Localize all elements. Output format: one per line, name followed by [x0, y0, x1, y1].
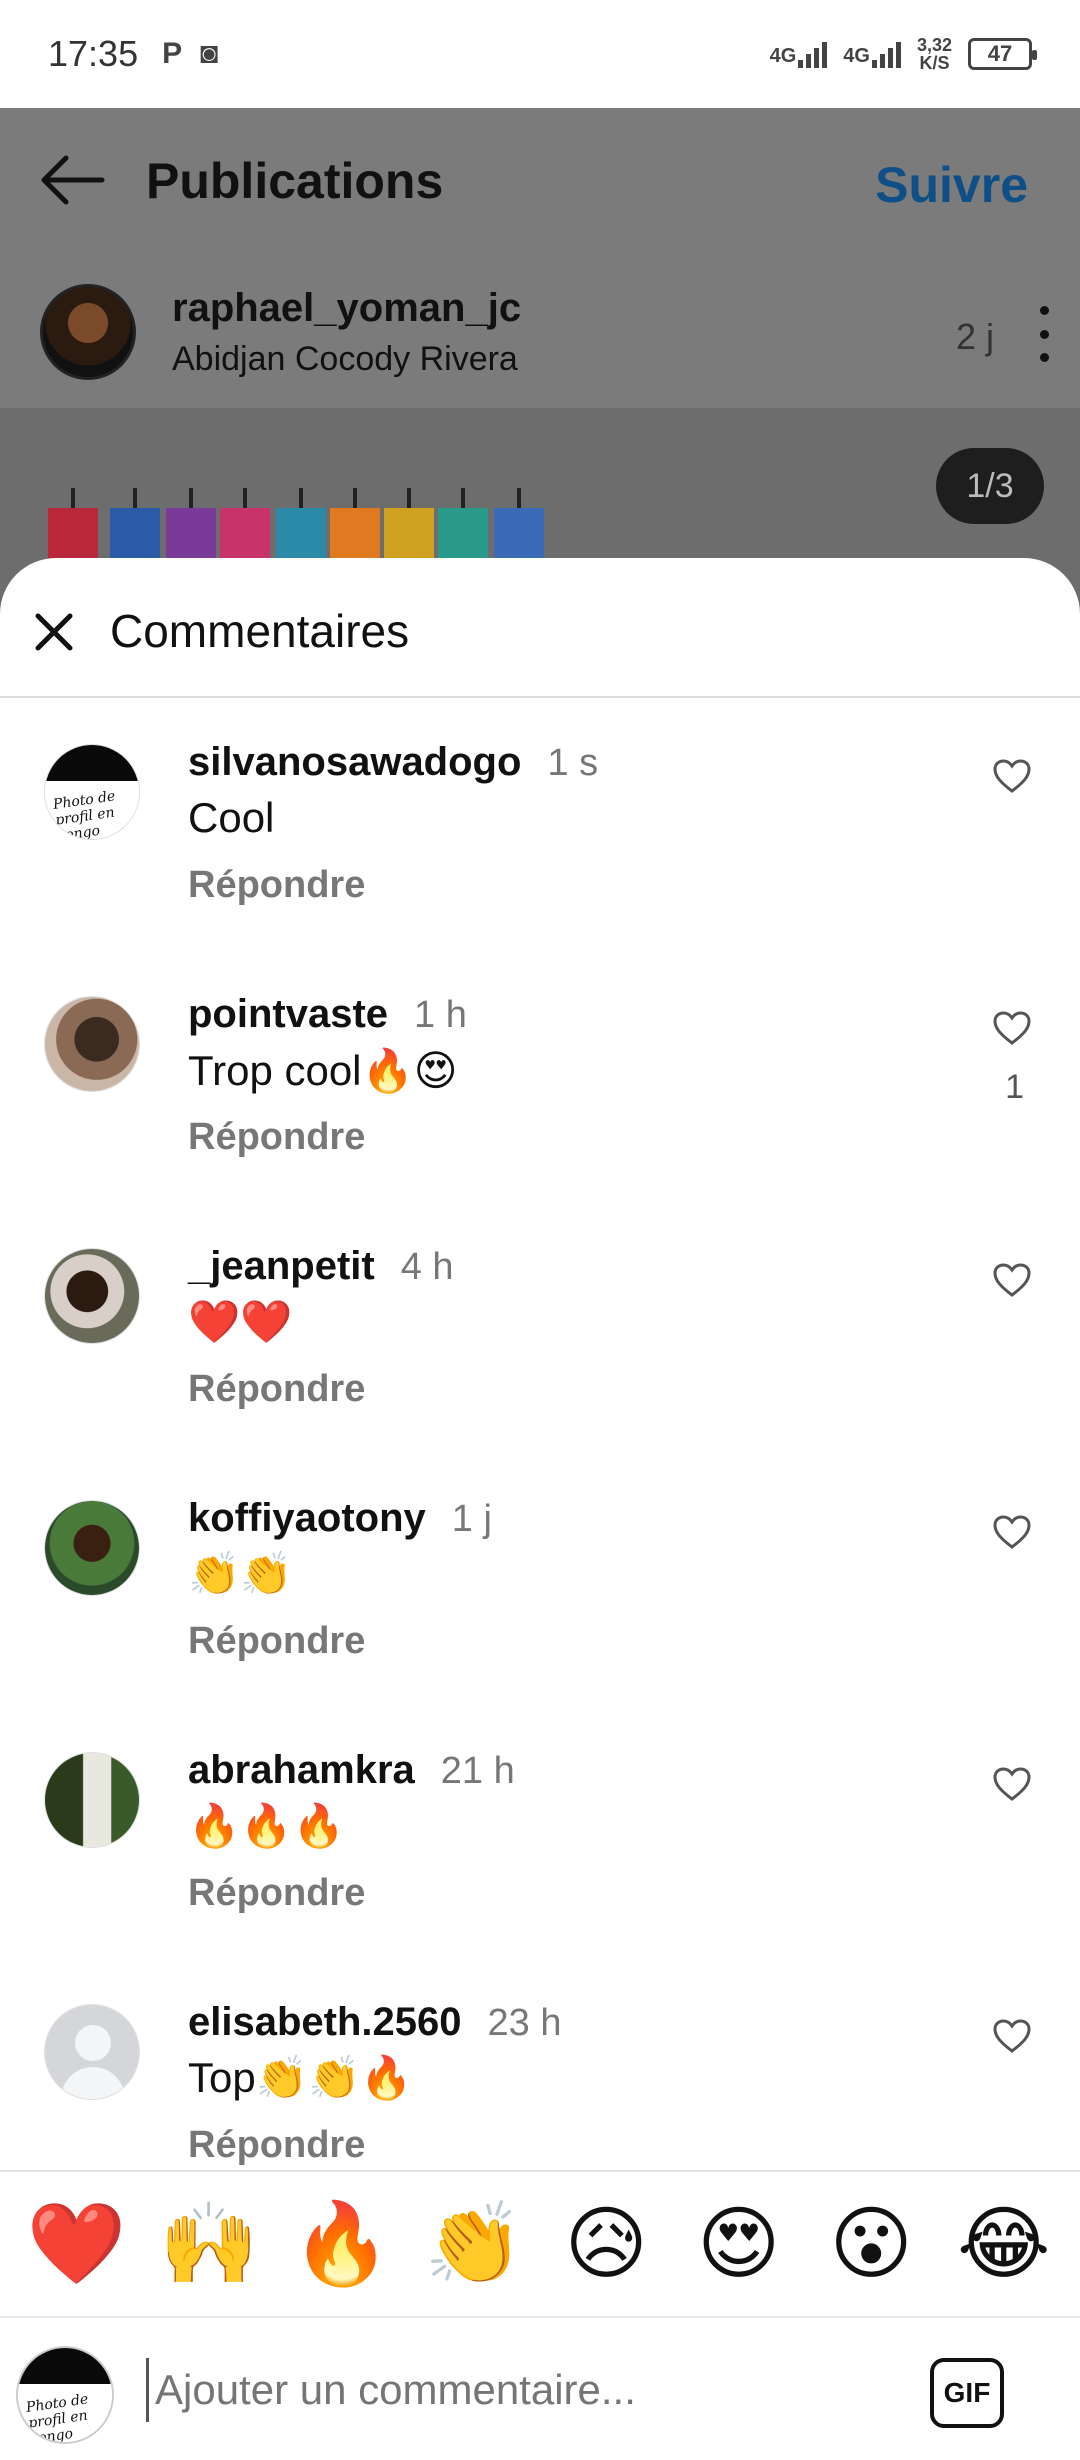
comment-time: 23 h [487, 2002, 562, 2044]
comment-item: _jeanpetit 4 h ❤️❤️ Répondre [0, 1222, 1080, 1472]
heart-icon[interactable] [992, 2018, 1032, 2054]
emoji-sad-button[interactable]: 😥 [551, 2204, 661, 2284]
like-count[interactable]: 1 [1005, 1068, 1024, 1107]
page-title: Publications [146, 153, 444, 209]
commenter-username[interactable]: _jeanpetit [188, 1244, 375, 1288]
heart-icon[interactable] [992, 1766, 1032, 1802]
comment-text: Cool [188, 794, 275, 841]
status-notification-icons: P ◙ [162, 37, 218, 71]
commenter-username[interactable]: elisabeth.2560 [188, 2000, 462, 2044]
comment-item: Photo de profil en congo silvanosawadogo… [0, 718, 1080, 968]
game-controller-icon: ◙ [200, 37, 219, 70]
emoji-surprised-button[interactable]: 😮 [816, 2204, 926, 2284]
comment-header: _jeanpetit 4 h [188, 1244, 454, 1289]
more-options-icon[interactable] [1036, 306, 1052, 362]
comment-text: Trop cool🔥😍 [188, 1047, 458, 1094]
reply-button[interactable]: Répondre [188, 1116, 365, 1159]
emoji-fire-button[interactable]: 🔥 [286, 2204, 396, 2284]
commenter-username[interactable]: abrahamkra [188, 1748, 415, 1792]
comment-header: koffiyaotony 1 j [188, 1496, 492, 1541]
status-bar: 17:35 P ◙ 4G 4G 3,32 K/S 47 [0, 0, 1080, 108]
post-time: 2 j [955, 316, 994, 357]
comment-time: 1 s [547, 742, 599, 784]
comment-composer: Photo de profil en congo GIF [0, 2316, 1080, 2460]
top-nav: Publications Suivre [0, 108, 1080, 252]
comment-time: 4 h [400, 1246, 454, 1288]
comments-header: Commentaires [0, 558, 1080, 698]
follow-button[interactable]: Suivre [875, 156, 1028, 214]
reply-button[interactable]: Répondre [188, 1872, 365, 1915]
author-avatar[interactable] [40, 284, 136, 380]
comment-item: koffiyaotony 1 j 👏👏 Répondre [0, 1474, 1080, 1724]
heart-icon[interactable] [992, 1010, 1032, 1046]
emoji-clap-button[interactable]: 👏 [419, 2204, 529, 2284]
status-right-group: 4G 4G 3,32 K/S 47 [770, 35, 1037, 73]
gif-button[interactable]: GIF [930, 2358, 1004, 2428]
comment-time: 1 j [451, 1498, 492, 1540]
commenter-avatar[interactable] [44, 1248, 140, 1344]
comment-time: 1 h [414, 994, 467, 1036]
comment-input[interactable] [146, 2358, 906, 2422]
default-avatar-icon [45, 2005, 139, 2099]
author-location[interactable]: Abidjan Cocody Rivera [172, 340, 518, 379]
post-author-row: raphael_yoman_jc Abidjan Cocody Rivera 2… [0, 278, 1080, 398]
heart-icon[interactable] [992, 758, 1032, 794]
commenter-username[interactable]: koffiyaotony [188, 1496, 426, 1540]
commenter-avatar[interactable] [44, 1752, 140, 1848]
reply-button[interactable]: Répondre [188, 1368, 365, 1411]
comment-text: 👏👏 [188, 1550, 293, 1597]
commenter-avatar[interactable]: Photo de profil en congo [44, 744, 140, 840]
commenter-username[interactable]: pointvaste [188, 992, 388, 1036]
commenter-username[interactable]: silvanosawadogo [188, 740, 521, 784]
battery-icon: 47 [968, 38, 1037, 70]
signal-icon-sim1: 4G [770, 40, 828, 68]
current-user-avatar: Photo de profil en congo [16, 2346, 114, 2444]
comment-header: pointvaste 1 h [188, 992, 467, 1037]
commenter-avatar[interactable] [44, 1500, 140, 1596]
signal-icon-sim2: 4G [843, 40, 901, 68]
emoji-heart-eyes-button[interactable]: 😍 [684, 2204, 794, 2284]
comment-header: abrahamkra 21 h [188, 1748, 515, 1793]
emoji-reaction-bar: ❤️ 🙌 🔥 👏 😥 😍 😮 😂 [0, 2170, 1080, 2316]
comment-header: silvanosawadogo 1 s [188, 740, 598, 785]
comment-text: ❤️❤️ [188, 1298, 293, 1345]
network-speed: 3,32 K/S [916, 35, 952, 73]
image-page-counter: 1/3 [936, 448, 1044, 524]
reply-button[interactable]: Répondre [188, 2124, 365, 2167]
comment-text: 🔥🔥🔥 [188, 1802, 345, 1849]
reply-button[interactable]: Répondre [188, 1620, 365, 1663]
emoji-laughing-button[interactable]: 😂 [949, 2204, 1059, 2284]
emoji-heart-button[interactable]: ❤️ [21, 2204, 131, 2284]
commenter-avatar[interactable] [44, 2004, 140, 2100]
heart-icon[interactable] [992, 1514, 1032, 1550]
comment-text: Top👏👏🔥 [188, 2054, 413, 2101]
commenter-avatar[interactable] [44, 996, 140, 1092]
status-time: 17:35 [48, 33, 139, 74]
parking-app-icon: P [162, 37, 183, 70]
back-arrow-icon[interactable] [36, 152, 108, 208]
comment-item: pointvaste 1 h Trop cool🔥😍 Répondre 1 [0, 970, 1080, 1220]
comments-title: Commentaires [110, 605, 410, 657]
close-icon[interactable] [32, 610, 76, 654]
emoji-raising-hands-button[interactable]: 🙌 [154, 2204, 264, 2284]
heart-icon[interactable] [992, 1262, 1032, 1298]
comment-time: 21 h [440, 1750, 515, 1792]
reply-button[interactable]: Répondre [188, 864, 365, 907]
comment-item: abrahamkra 21 h 🔥🔥🔥 Répondre [0, 1726, 1080, 1976]
author-name[interactable]: raphael_yoman_jc [172, 286, 521, 331]
comment-header: elisabeth.2560 23 h [188, 2000, 561, 2045]
